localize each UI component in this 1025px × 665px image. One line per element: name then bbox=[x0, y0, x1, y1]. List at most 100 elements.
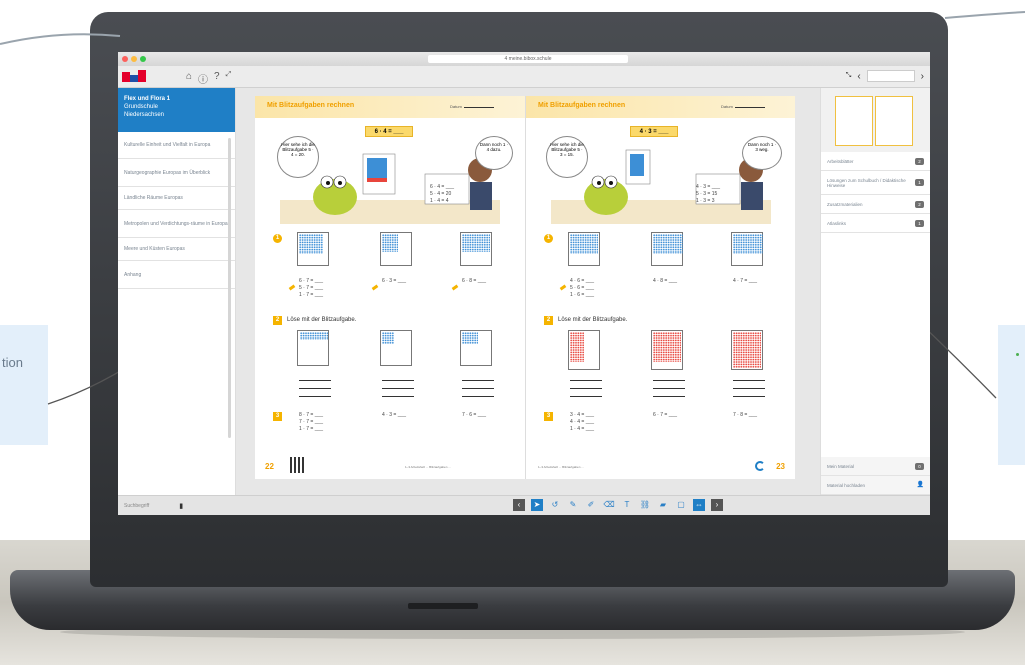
answer-line[interactable] bbox=[653, 388, 685, 389]
date-label: Datum bbox=[450, 104, 462, 109]
fullscreen-icon[interactable]: ⤢ bbox=[226, 71, 232, 86]
answer-line[interactable] bbox=[733, 388, 765, 389]
loading-icon bbox=[755, 461, 765, 471]
prev-page-button[interactable]: ‹ bbox=[513, 499, 525, 511]
book-page-left[interactable]: Mit Blitzaufgaben rechnen Datum 6 · 4 = … bbox=[255, 96, 525, 479]
search-input[interactable]: Suchbegriff bbox=[124, 503, 149, 509]
shrink-icon[interactable]: ⤡ bbox=[846, 72, 852, 80]
close-window-icon[interactable] bbox=[122, 56, 128, 62]
annotation-tools: ‹ ➤ ↺ ✎ ✐ ⌫ T ⛓ ▰ ▢ ⇔ › bbox=[513, 499, 723, 511]
date-label: Datum bbox=[721, 104, 733, 109]
book-header[interactable]: Flex und Flora 1 Grundschule Niedersachs… bbox=[118, 88, 235, 132]
info-icon[interactable]: ⓘ bbox=[198, 71, 208, 86]
equation-line: 7 · 7 = ___ bbox=[299, 419, 324, 425]
double-page-view-icon[interactable]: ⇔ bbox=[693, 499, 705, 511]
home-icon[interactable]: ⌂ bbox=[186, 71, 192, 86]
answer-line[interactable] bbox=[462, 396, 494, 397]
sidebar-item-anhang[interactable]: Anhang bbox=[118, 261, 235, 289]
marker-tool-icon[interactable]: ✐ bbox=[585, 499, 597, 511]
answer-line[interactable] bbox=[299, 380, 331, 381]
next-page-button[interactable]: › bbox=[711, 499, 723, 511]
minimize-window-icon[interactable] bbox=[131, 56, 137, 62]
answer-line[interactable] bbox=[570, 380, 602, 381]
thumbnail-page-right[interactable] bbox=[875, 96, 913, 146]
answer-line[interactable] bbox=[462, 388, 494, 389]
text-tool-icon[interactable]: T bbox=[621, 499, 633, 511]
answer-line[interactable] bbox=[570, 388, 602, 389]
callout-left-text: tion bbox=[2, 355, 23, 370]
board-equations: 6 · 4 = ___ 5 · 4 = 20 1 · 4 = 4 bbox=[430, 184, 470, 205]
dot-field bbox=[568, 232, 600, 266]
answer-line[interactable] bbox=[653, 380, 685, 381]
dot-field bbox=[380, 232, 412, 266]
sidebar-item-laendliche-raeume[interactable]: Ländliche Räume Europas bbox=[118, 187, 235, 210]
count-badge: 2 bbox=[915, 157, 924, 165]
sidebar-item-metropolen[interactable]: Metropolen und Verdichtungs-räume in Eur… bbox=[118, 210, 235, 238]
equation-line: 3 · 4 = ___ bbox=[570, 412, 595, 418]
answer-line[interactable] bbox=[462, 380, 494, 381]
answer-line[interactable] bbox=[733, 396, 765, 397]
board-line: 4 · 3 = ___ bbox=[696, 184, 721, 190]
equation-line: 1 · 4 = ___ bbox=[570, 426, 595, 432]
material-arbeitsblaetter[interactable]: Arbeitsblätter 2 bbox=[821, 152, 930, 171]
help-icon[interactable]: ? bbox=[214, 71, 220, 86]
book-page-right[interactable]: Mit Blitzaufgaben rechnen Datum 4 · 3 = … bbox=[525, 96, 795, 479]
my-material-section: Mein Material 0 Material hochladen 👤 bbox=[821, 457, 930, 495]
sidebar-item-meere-kuesten[interactable]: Meere und Küsten Europas bbox=[118, 238, 235, 261]
app-toolbar: ⌂ ⓘ ? ⤢ ⤡ ‹ › bbox=[118, 66, 930, 88]
comment-tool-icon[interactable]: ▰ bbox=[657, 499, 669, 511]
callout-left: tion bbox=[0, 325, 48, 445]
upload-label: Material hochladen bbox=[827, 482, 866, 488]
task-3a-equations: 3 · 4 = ___ 4 · 4 = ___ 1 · 4 = ___ bbox=[570, 412, 594, 433]
material-zusatzmaterialien[interactable]: Zusatzmaterialien 2 bbox=[821, 195, 930, 214]
thumbnail-page-left[interactable] bbox=[835, 96, 873, 146]
task-1c-equation: 6 · 8 = ___ bbox=[462, 278, 487, 284]
dot-field bbox=[297, 330, 329, 366]
material-label: Atlaslinks bbox=[827, 220, 847, 226]
equation-line: 1 · 6 = ___ bbox=[570, 292, 595, 298]
search-area: Suchbegriff ▮ bbox=[118, 496, 236, 515]
answer-line[interactable] bbox=[299, 396, 331, 397]
lasso-tool-icon[interactable]: ↺ bbox=[549, 499, 561, 511]
frame-tool-icon[interactable]: ▢ bbox=[675, 499, 687, 511]
eraser-tool-icon[interactable]: ⌫ bbox=[603, 499, 615, 511]
date-field: Datum bbox=[450, 104, 494, 109]
link-tool-icon[interactable]: ⛓ bbox=[639, 499, 651, 511]
answer-line[interactable] bbox=[570, 396, 602, 397]
dot-field bbox=[380, 330, 412, 366]
browser-titlebar: 4 meine.bibox.schule bbox=[118, 52, 930, 66]
material-loesungen[interactable]: Lösungen zum Schulbuch / Didaktische Hin… bbox=[821, 171, 930, 195]
page-navigation: ⤡ ‹ › bbox=[846, 70, 924, 82]
bookmark-icon[interactable]: ▮ bbox=[179, 502, 183, 510]
brand-logo bbox=[122, 70, 148, 84]
url-bar[interactable]: 4 meine.bibox.schule bbox=[428, 55, 628, 63]
answer-line[interactable] bbox=[382, 388, 414, 389]
count-badge: 0 bbox=[915, 462, 924, 470]
task-3a-equations: 8 · 7 = ___ 7 · 7 = ___ 1 · 7 = ___ bbox=[299, 412, 323, 433]
pen-tool-icon[interactable]: ✎ bbox=[567, 499, 579, 511]
prev-page-icon[interactable]: ‹ bbox=[857, 71, 860, 82]
material-atlaslinks[interactable]: Atlaslinks 1 bbox=[821, 214, 930, 233]
maximize-window-icon[interactable] bbox=[140, 56, 146, 62]
pointer-tool-icon[interactable]: ➤ bbox=[531, 499, 543, 511]
equation-line: 6 · 7 = ___ bbox=[299, 278, 324, 284]
book-subtitle-2: Niedersachsen bbox=[124, 112, 165, 118]
my-material[interactable]: Mein Material 0 bbox=[821, 457, 930, 476]
answer-line[interactable] bbox=[299, 388, 331, 389]
task-1-badge: 1 bbox=[273, 234, 282, 243]
answer-line[interactable] bbox=[382, 396, 414, 397]
answer-line[interactable] bbox=[382, 380, 414, 381]
next-page-icon[interactable]: › bbox=[921, 71, 924, 82]
task-1b-equation: 6 · 3 = ___ bbox=[382, 278, 407, 284]
page-input[interactable] bbox=[866, 70, 915, 82]
sidebar-scrollbar[interactable] bbox=[228, 138, 231, 438]
sidebar-item-naturgeographie[interactable]: Naturgeographie Europas im Überblick bbox=[118, 159, 235, 187]
sidebar-item-kulturelle-einheit[interactable]: Kulturelle Einheit und Vielfalt in Europ… bbox=[118, 132, 235, 159]
task-3-badge: 3 bbox=[544, 412, 553, 421]
upload-material-button[interactable]: Material hochladen 👤 bbox=[821, 476, 930, 495]
answer-line[interactable] bbox=[653, 396, 685, 397]
answer-line[interactable] bbox=[733, 380, 765, 381]
page-number: 22 bbox=[265, 462, 274, 471]
qr-code[interactable] bbox=[290, 457, 306, 473]
page-footnote: 1–3 Arbeitsheft ... Blitzaufgaben ... bbox=[538, 465, 584, 469]
